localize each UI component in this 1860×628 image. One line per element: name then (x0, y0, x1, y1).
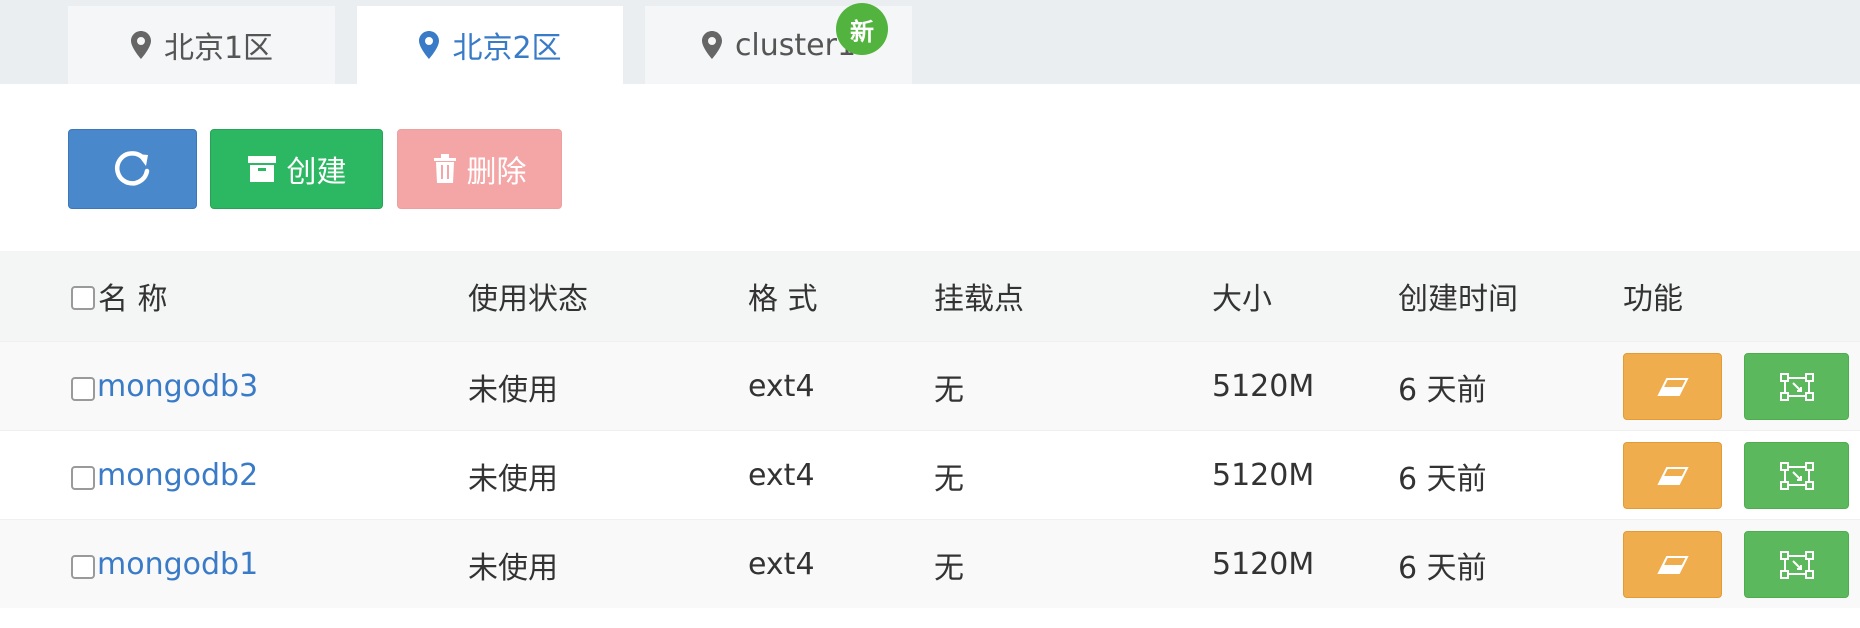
resize-button[interactable] (1744, 531, 1849, 598)
delete-button[interactable]: 删除 (397, 129, 562, 209)
row-checkbox[interactable] (71, 466, 95, 490)
map-pin-icon (130, 31, 151, 59)
format-cell: ext4 (748, 547, 815, 582)
new-badge: 新 (836, 3, 888, 55)
status-cell: 未使用 (468, 372, 558, 408)
delete-button-label: 删除 (466, 155, 527, 190)
format-cell: ext4 (748, 458, 815, 493)
resize-icon (1779, 461, 1814, 490)
volume-name-link[interactable]: mongodb2 (97, 458, 258, 493)
create-button-label: 创建 (286, 155, 347, 190)
status-cell: 未使用 (468, 550, 558, 586)
column-header-actions: 功能 (1623, 282, 1683, 317)
created-cell: 6 天前 (1398, 461, 1487, 497)
column-header-created: 创建时间 (1398, 282, 1518, 317)
trash-icon (433, 154, 456, 183)
resize-icon (1779, 550, 1814, 579)
erase-button[interactable] (1623, 353, 1722, 420)
eraser-icon (1656, 466, 1689, 485)
select-all-checkbox[interactable] (71, 286, 95, 310)
volume-name-link[interactable]: mongodb1 (97, 547, 258, 582)
created-cell: 6 天前 (1398, 550, 1487, 586)
tab-label: 北京1区 (163, 31, 274, 66)
refresh-icon (114, 151, 149, 186)
status-cell: 未使用 (468, 461, 558, 497)
region-tab-bar: 北京1区 北京2区 cluster1 新 (0, 0, 1860, 84)
column-header-size: 大小 (1212, 282, 1272, 317)
mount-cell: 无 (934, 461, 964, 497)
row-checkbox[interactable] (71, 377, 95, 401)
erase-button[interactable] (1623, 442, 1722, 509)
size-cell: 5120M (1212, 369, 1315, 404)
column-header-format: 格 式 (748, 282, 818, 317)
resize-button[interactable] (1744, 442, 1849, 509)
tab-beijing-1[interactable]: 北京1区 (68, 6, 335, 84)
refresh-button[interactable] (68, 129, 197, 209)
table-header: 名 称 使用状态 格 式 挂载点 大小 创建时间 功能 (0, 251, 1860, 341)
create-button[interactable]: 创建 (210, 129, 383, 209)
column-header-mount: 挂载点 (934, 282, 1024, 317)
eraser-icon (1656, 377, 1689, 396)
mount-cell: 无 (934, 372, 964, 408)
resize-icon (1779, 372, 1814, 401)
row-checkbox[interactable] (71, 555, 95, 579)
size-cell: 5120M (1212, 547, 1315, 582)
tab-beijing-2[interactable]: 北京2区 (357, 6, 623, 84)
resize-button[interactable] (1744, 353, 1849, 420)
table-row: mongodb2 未使用 ext4 无 5120M 6 天前 (0, 430, 1860, 519)
map-pin-icon (419, 31, 440, 59)
created-cell: 6 天前 (1398, 372, 1487, 408)
table-row: mongodb1 未使用 ext4 无 5120M 6 天前 (0, 519, 1860, 608)
format-cell: ext4 (748, 369, 815, 404)
table-row: mongodb3 未使用 ext4 无 5120M 6 天前 (0, 341, 1860, 430)
archive-icon (247, 156, 276, 182)
eraser-icon (1656, 555, 1689, 574)
map-pin-icon (701, 31, 722, 59)
volume-name-link[interactable]: mongodb3 (97, 369, 258, 404)
mount-cell: 无 (934, 550, 964, 586)
column-header-status: 使用状态 (468, 282, 588, 317)
erase-button[interactable] (1623, 531, 1722, 598)
column-header-name: 名 称 (98, 282, 168, 317)
tab-label: 北京2区 (452, 31, 562, 66)
size-cell: 5120M (1212, 458, 1315, 493)
